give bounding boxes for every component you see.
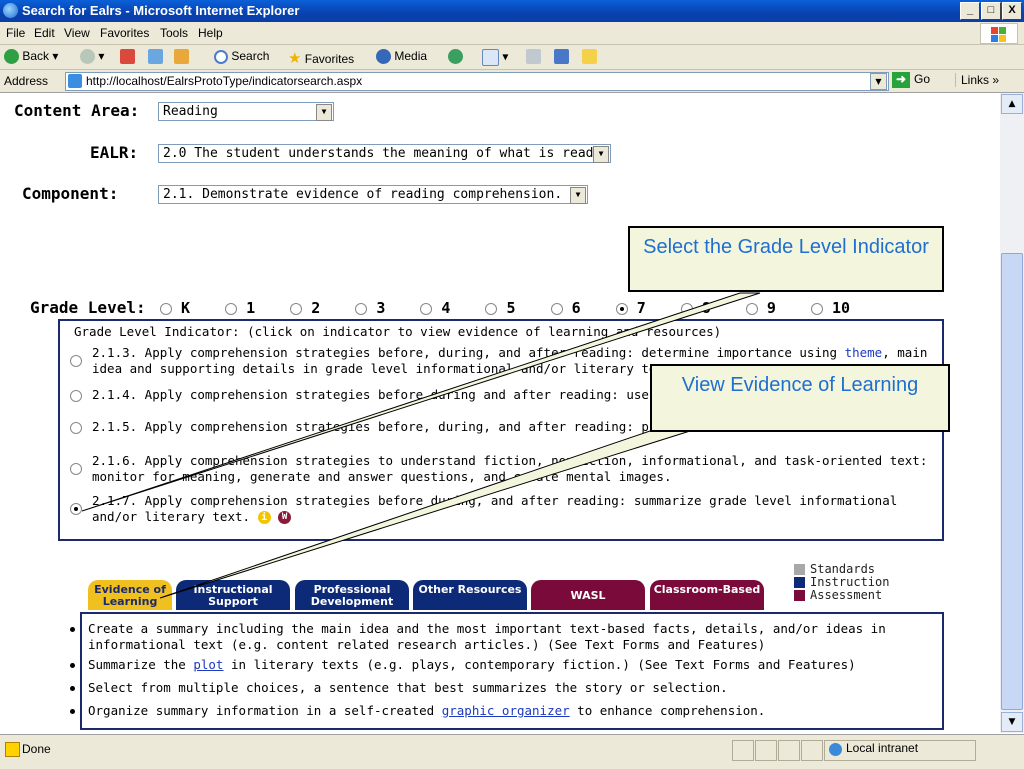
messenger-button[interactable] (582, 49, 597, 65)
print-icon (526, 49, 541, 65)
menu-tools[interactable]: Tools (160, 26, 188, 40)
search-button[interactable]: Search (214, 49, 269, 64)
address-bar: Address http://localhost/EalrsProtoType/… (0, 70, 1024, 93)
status-bar: Done Local intranet (0, 734, 1024, 769)
toolbar: Back ▾ ▾ Search ★ Favorites Media ▾ (0, 45, 1024, 70)
menu-help[interactable]: Help (198, 26, 223, 40)
search-icon (214, 49, 228, 64)
note-icon (582, 49, 597, 65)
forward-button[interactable]: ▾ (80, 49, 104, 65)
status-pane (732, 740, 754, 761)
warning-icon (5, 742, 20, 757)
menu-file[interactable]: File (6, 26, 25, 40)
ie-app-icon (3, 3, 18, 18)
edit-icon (554, 49, 569, 65)
status-pane (778, 740, 800, 761)
history-button[interactable] (448, 49, 463, 65)
media-icon (376, 49, 391, 65)
go-arrow-icon: ➜ (892, 72, 910, 88)
stop-button[interactable] (120, 49, 135, 65)
menu-favorites[interactable]: Favorites (100, 26, 149, 40)
status-pane (801, 740, 823, 761)
star-icon: ★ (288, 50, 302, 67)
edit-button[interactable] (554, 49, 569, 65)
home-icon (174, 49, 189, 65)
go-button[interactable]: ➜ Go (892, 72, 930, 88)
refresh-button[interactable] (148, 49, 163, 65)
page-content: Content Area: Reading ▼ EALR: 2.0 The st… (0, 93, 1000, 733)
scroll-down-icon[interactable]: ▼ (1001, 712, 1023, 732)
print-button[interactable] (526, 49, 541, 65)
history-icon (448, 49, 463, 65)
address-dropdown-icon[interactable]: ▼ (870, 73, 887, 90)
vertical-scrollbar[interactable]: ▲ ▼ (1000, 93, 1024, 733)
status-pane (755, 740, 777, 761)
refresh-icon (148, 49, 163, 65)
callout-select-grade-level: Select the Grade Level Indicator (628, 226, 944, 292)
menu-bar: File Edit View Favorites Tools Help (0, 22, 1024, 45)
address-url: http://localhost/EalrsProtoType/indicato… (86, 74, 363, 88)
callout-view-evidence: View Evidence of Learning (650, 364, 950, 432)
media-button[interactable]: Media (376, 49, 427, 65)
mail-button[interactable]: ▾ (482, 49, 508, 66)
page-icon (68, 74, 82, 88)
intranet-icon (829, 743, 842, 757)
address-label: Address (4, 74, 49, 88)
address-input[interactable]: http://localhost/EalrsProtoType/indicato… (65, 72, 889, 91)
back-arrow-icon (4, 49, 19, 65)
menu-view[interactable]: View (64, 26, 90, 40)
close-button[interactable]: X (1002, 2, 1022, 20)
maximize-button[interactable]: □ (981, 2, 1001, 20)
stop-icon (120, 49, 135, 65)
minimize-button[interactable]: _ (960, 2, 980, 20)
menu-edit[interactable]: Edit (34, 26, 55, 40)
home-button[interactable] (174, 49, 189, 65)
status-text: Done (22, 742, 51, 756)
mail-icon (482, 49, 499, 66)
zone-pane: Local intranet (824, 740, 976, 761)
forward-arrow-icon (80, 49, 95, 65)
links-button[interactable]: Links » (955, 73, 999, 87)
window-title: Search for Ealrs - Microsoft Internet Ex… (22, 3, 300, 18)
scroll-up-icon[interactable]: ▲ (1001, 94, 1023, 114)
scroll-thumb[interactable] (1001, 253, 1023, 710)
back-button[interactable]: Back ▾ (4, 49, 58, 65)
windows-logo-icon (980, 23, 1018, 44)
favorites-button[interactable]: ★ Favorites (288, 49, 354, 67)
title-bar[interactable]: Search for Ealrs - Microsoft Internet Ex… (0, 0, 1024, 22)
